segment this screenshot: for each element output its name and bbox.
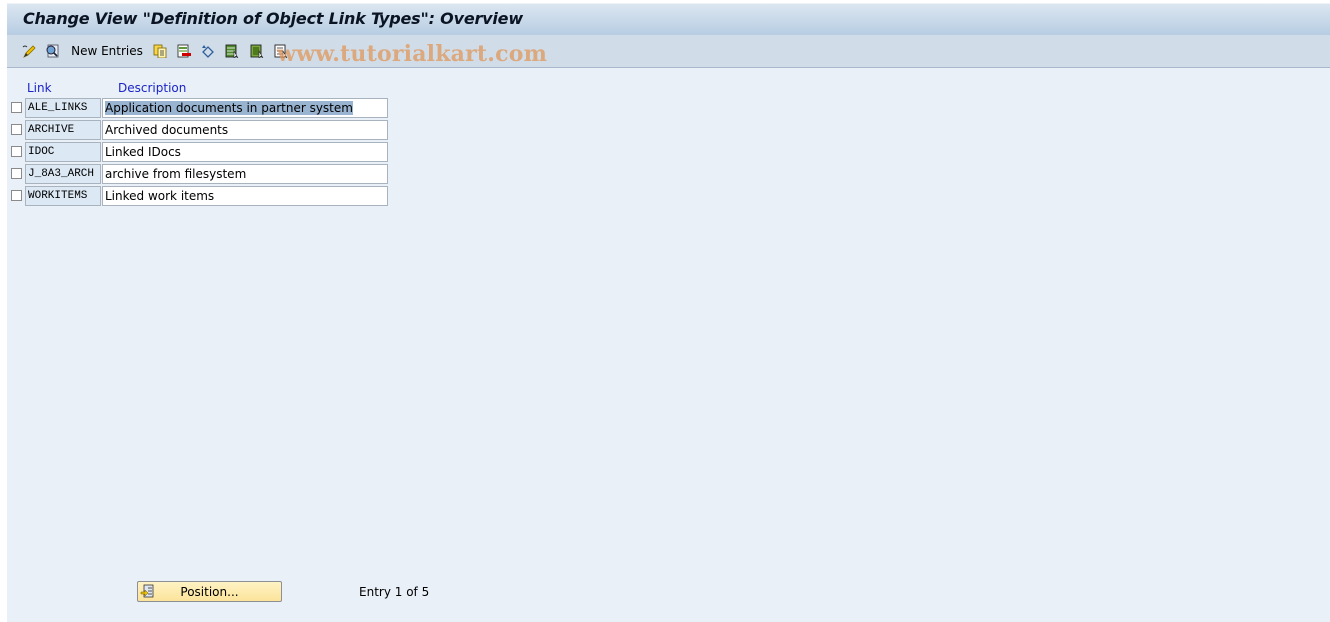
copy-as-icon <box>153 44 167 58</box>
app-window: Change View "Definition of Object Link T… <box>7 3 1330 622</box>
description-field[interactable]: Linked work items <box>102 186 388 206</box>
entry-status: Entry 1 of 5 <box>359 585 430 599</box>
description-field[interactable]: Archived documents <box>102 120 388 140</box>
row-select-checkbox[interactable] <box>11 146 22 157</box>
copy-as-button[interactable] <box>151 43 169 59</box>
select-block-button[interactable] <box>248 43 266 59</box>
find-icon <box>46 44 59 58</box>
description-text: Application documents in partner system <box>105 101 353 115</box>
link-cell: J_8A3_ARCH <box>25 164 101 184</box>
link-cell: WORKITEMS <box>25 186 101 206</box>
description-field[interactable]: Application documents in partner system <box>102 98 388 118</box>
row-select-checkbox[interactable] <box>11 124 22 135</box>
display-change-icon <box>22 45 36 58</box>
new-entries-label: New Entries <box>71 44 143 58</box>
link-cell: ALE_LINKS <box>25 98 101 118</box>
row-select-checkbox[interactable] <box>11 190 22 201</box>
find-button[interactable] <box>43 43 61 59</box>
delete-button[interactable] <box>175 43 193 59</box>
row-select-checkbox[interactable] <box>11 102 22 113</box>
page-title: Change View "Definition of Object Link T… <box>23 9 523 28</box>
column-header-description[interactable]: Description <box>118 81 186 95</box>
new-entries-button[interactable]: New Entries <box>71 43 143 59</box>
select-block-icon <box>250 44 264 58</box>
display-change-button[interactable] <box>20 43 38 59</box>
select-all-icon <box>225 44 239 58</box>
undo-change-button[interactable] <box>199 43 217 59</box>
watermark: www.tutorialkart.com <box>277 41 548 67</box>
column-header-link[interactable]: Link <box>27 81 52 95</box>
position-button[interactable]: Position... <box>137 581 282 602</box>
undo-change-icon <box>202 45 214 58</box>
position-button-label: Position... <box>180 585 239 599</box>
description-field[interactable]: Linked IDocs <box>102 142 388 162</box>
delete-icon <box>177 44 191 58</box>
application-toolbar: New Entries www.tutorialkart.com <box>7 35 1330 68</box>
link-cell: IDOC <box>25 142 101 162</box>
description-field[interactable]: archive from filesystem <box>102 164 388 184</box>
title-bar: Change View "Definition of Object Link T… <box>7 3 1330 36</box>
row-select-checkbox[interactable] <box>11 168 22 179</box>
select-all-button[interactable] <box>223 43 241 59</box>
link-cell: ARCHIVE <box>25 120 101 140</box>
